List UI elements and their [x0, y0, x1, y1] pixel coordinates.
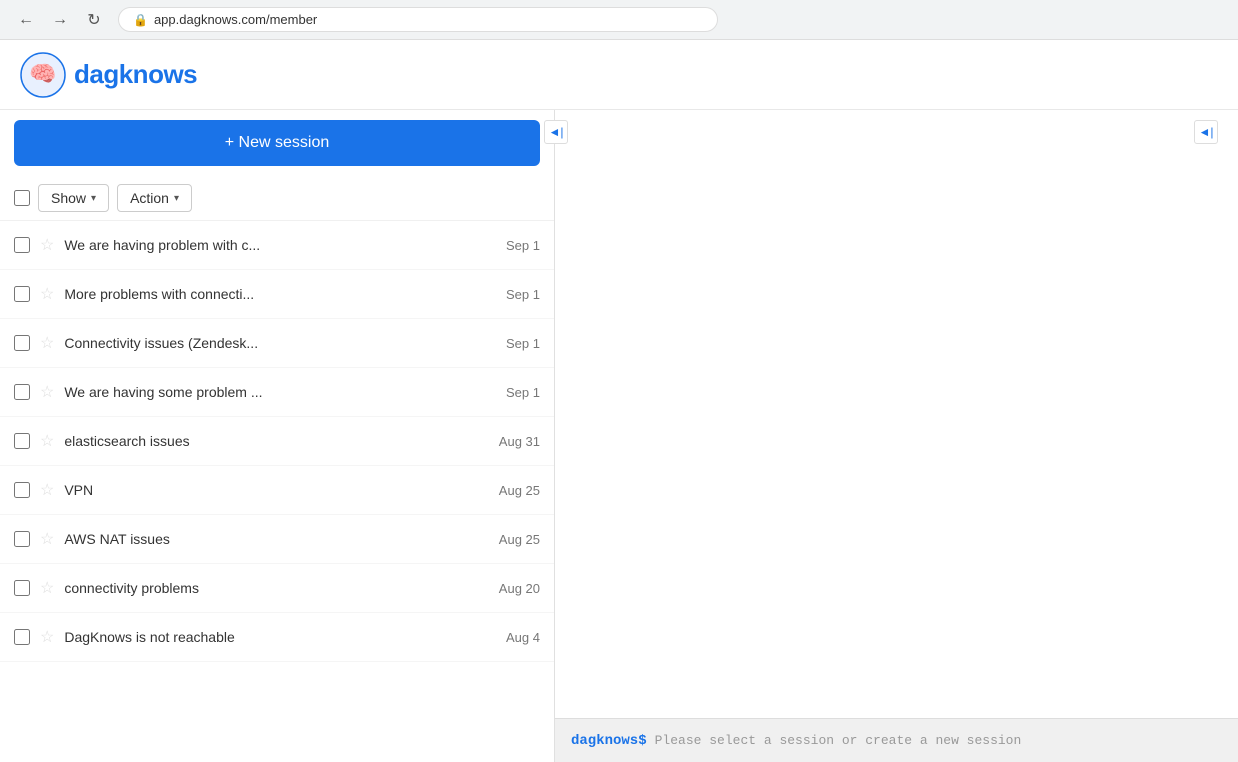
session-title: elasticsearch issues: [64, 433, 480, 449]
right-content-area: [555, 110, 1238, 762]
logo-icon: 🧠: [20, 52, 66, 98]
star-icon[interactable]: ☆: [40, 333, 54, 353]
list-item[interactable]: ☆ AWS NAT issues Aug 25: [0, 515, 554, 564]
session-checkbox[interactable]: [14, 384, 30, 400]
session-title: We are having problem with c...: [64, 237, 488, 253]
logo-text: dagknows: [74, 59, 197, 90]
reload-button[interactable]: ↻: [80, 6, 108, 34]
session-date: Sep 1: [506, 336, 540, 351]
toolbar: Show ▾ Action ▾: [0, 176, 554, 221]
list-item[interactable]: ☆ Connectivity issues (Zendesk... Sep 1: [0, 319, 554, 368]
list-item[interactable]: ☆ elasticsearch issues Aug 31: [0, 417, 554, 466]
session-list: ☆ We are having problem with c... Sep 1 …: [0, 221, 554, 762]
main-content: ◄| + New session Show ▾ Action ▾ ☆ We ar…: [0, 110, 1238, 762]
app: 🧠 dagknows ◄| + New session Show ▾ Actio…: [0, 40, 1238, 762]
browser-nav: ← → ↻: [12, 6, 108, 34]
list-item[interactable]: ☆ We are having problem with c... Sep 1: [0, 221, 554, 270]
right-collapse-button[interactable]: ◄|: [1194, 120, 1218, 144]
url-text: app.dagknows.com/member: [154, 12, 317, 27]
session-checkbox[interactable]: [14, 433, 30, 449]
session-checkbox[interactable]: [14, 482, 30, 498]
select-all-checkbox[interactable]: [14, 190, 30, 206]
session-date: Sep 1: [506, 287, 540, 302]
session-date: Aug 25: [499, 532, 540, 547]
left-panel: ◄| + New session Show ▾ Action ▾ ☆ We ar…: [0, 110, 555, 762]
star-icon[interactable]: ☆: [40, 578, 54, 598]
session-date: Aug 4: [506, 630, 540, 645]
session-title: VPN: [64, 482, 480, 498]
session-title: DagKnows is not reachable: [64, 629, 488, 645]
star-icon[interactable]: ☆: [40, 235, 54, 255]
left-collapse-icon: ◄|: [549, 125, 564, 139]
forward-button[interactable]: →: [46, 6, 74, 34]
terminal-placeholder-text: Please select a session or create a new …: [655, 733, 1022, 748]
svg-text:🧠: 🧠: [29, 61, 56, 86]
app-header: 🧠 dagknows: [0, 40, 1238, 110]
star-icon[interactable]: ☆: [40, 382, 54, 402]
session-date: Aug 20: [499, 581, 540, 596]
list-item[interactable]: ☆ We are having some problem ... Sep 1: [0, 368, 554, 417]
session-date: Aug 31: [499, 434, 540, 449]
session-checkbox[interactable]: [14, 629, 30, 645]
session-checkbox[interactable]: [14, 237, 30, 253]
show-dropdown-button[interactable]: Show ▾: [38, 184, 109, 212]
session-checkbox[interactable]: [14, 580, 30, 596]
terminal-prompt: dagknows$: [571, 733, 647, 749]
right-collapse-icon: ◄|: [1199, 125, 1214, 139]
show-caret-icon: ▾: [91, 193, 96, 204]
session-checkbox[interactable]: [14, 286, 30, 302]
session-title: More problems with connecti...: [64, 286, 488, 302]
session-date: Aug 25: [499, 483, 540, 498]
back-button[interactable]: ←: [12, 6, 40, 34]
address-bar[interactable]: 🔒 app.dagknows.com/member: [118, 7, 718, 32]
right-panel: ◄| dagknows$ Please select a session or …: [555, 110, 1238, 762]
action-label: Action: [130, 190, 169, 206]
show-label: Show: [51, 190, 86, 206]
terminal-bar: dagknows$ Please select a session or cre…: [555, 718, 1238, 762]
session-checkbox[interactable]: [14, 335, 30, 351]
left-collapse-button[interactable]: ◄|: [544, 120, 568, 144]
action-caret-icon: ▾: [174, 193, 179, 204]
star-icon[interactable]: ☆: [40, 627, 54, 647]
list-item[interactable]: ☆ More problems with connecti... Sep 1: [0, 270, 554, 319]
list-item[interactable]: ☆ VPN Aug 25: [0, 466, 554, 515]
logo: 🧠 dagknows: [20, 52, 197, 98]
session-title: AWS NAT issues: [64, 531, 480, 547]
star-icon[interactable]: ☆: [40, 529, 54, 549]
session-title: connectivity problems: [64, 580, 480, 596]
session-title: Connectivity issues (Zendesk...: [64, 335, 488, 351]
star-icon[interactable]: ☆: [40, 284, 54, 304]
new-session-button[interactable]: + New session: [14, 120, 540, 166]
browser-chrome: ← → ↻ 🔒 app.dagknows.com/member: [0, 0, 1238, 40]
action-dropdown-button[interactable]: Action ▾: [117, 184, 192, 212]
list-item[interactable]: ☆ connectivity problems Aug 20: [0, 564, 554, 613]
session-checkbox[interactable]: [14, 531, 30, 547]
session-date: Sep 1: [506, 238, 540, 253]
star-icon[interactable]: ☆: [40, 480, 54, 500]
session-date: Sep 1: [506, 385, 540, 400]
star-icon[interactable]: ☆: [40, 431, 54, 451]
list-item[interactable]: ☆ DagKnows is not reachable Aug 4: [0, 613, 554, 662]
lock-icon: 🔒: [133, 13, 148, 27]
session-title: We are having some problem ...: [64, 384, 488, 400]
